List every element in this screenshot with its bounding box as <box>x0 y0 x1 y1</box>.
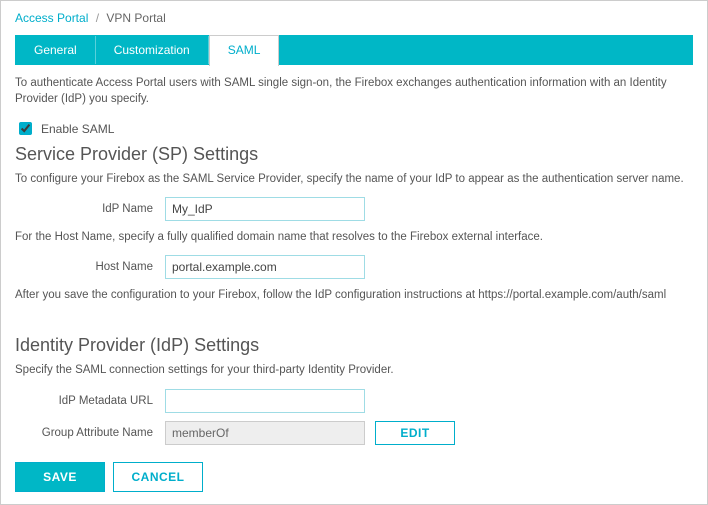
host-name-input[interactable] <box>165 255 365 279</box>
tab-customization[interactable]: Customization <box>96 36 209 64</box>
idp-name-label: IdP Name <box>15 203 165 215</box>
tab-bar: General Customization SAML <box>15 35 693 65</box>
idp-metadata-input[interactable] <box>165 389 365 413</box>
idp-name-input[interactable] <box>165 197 365 221</box>
host-name-label: Host Name <box>15 261 165 273</box>
group-attr-label: Group Attribute Name <box>15 427 165 439</box>
tab-general[interactable]: General <box>16 36 96 64</box>
breadcrumb-root[interactable]: Access Portal <box>15 11 88 25</box>
sp-help-2: For the Host Name, specify a fully quali… <box>15 229 693 245</box>
idp-help: Specify the SAML connection settings for… <box>15 362 693 378</box>
breadcrumb: Access Portal / VPN Portal <box>15 11 693 25</box>
cancel-button[interactable]: CANCEL <box>113 462 203 492</box>
idp-heading: Identity Provider (IdP) Settings <box>15 335 693 356</box>
sp-help-1: To configure your Firebox as the SAML Se… <box>15 171 693 187</box>
intro-text: To authenticate Access Portal users with… <box>15 75 693 107</box>
footer-actions: SAVE CANCEL <box>15 462 203 492</box>
save-button[interactable]: SAVE <box>15 462 105 492</box>
group-attr-input <box>165 421 365 445</box>
breadcrumb-separator: / <box>96 11 99 25</box>
edit-button[interactable]: EDIT <box>375 421 455 445</box>
enable-saml-label: Enable SAML <box>41 122 114 136</box>
breadcrumb-current: VPN Portal <box>106 11 165 25</box>
idp-metadata-label: IdP Metadata URL <box>15 395 165 407</box>
sp-help-3: After you save the configuration to your… <box>15 287 693 303</box>
sp-heading: Service Provider (SP) Settings <box>15 144 693 165</box>
tab-saml[interactable]: SAML <box>209 35 280 66</box>
enable-saml-checkbox[interactable] <box>19 122 32 135</box>
